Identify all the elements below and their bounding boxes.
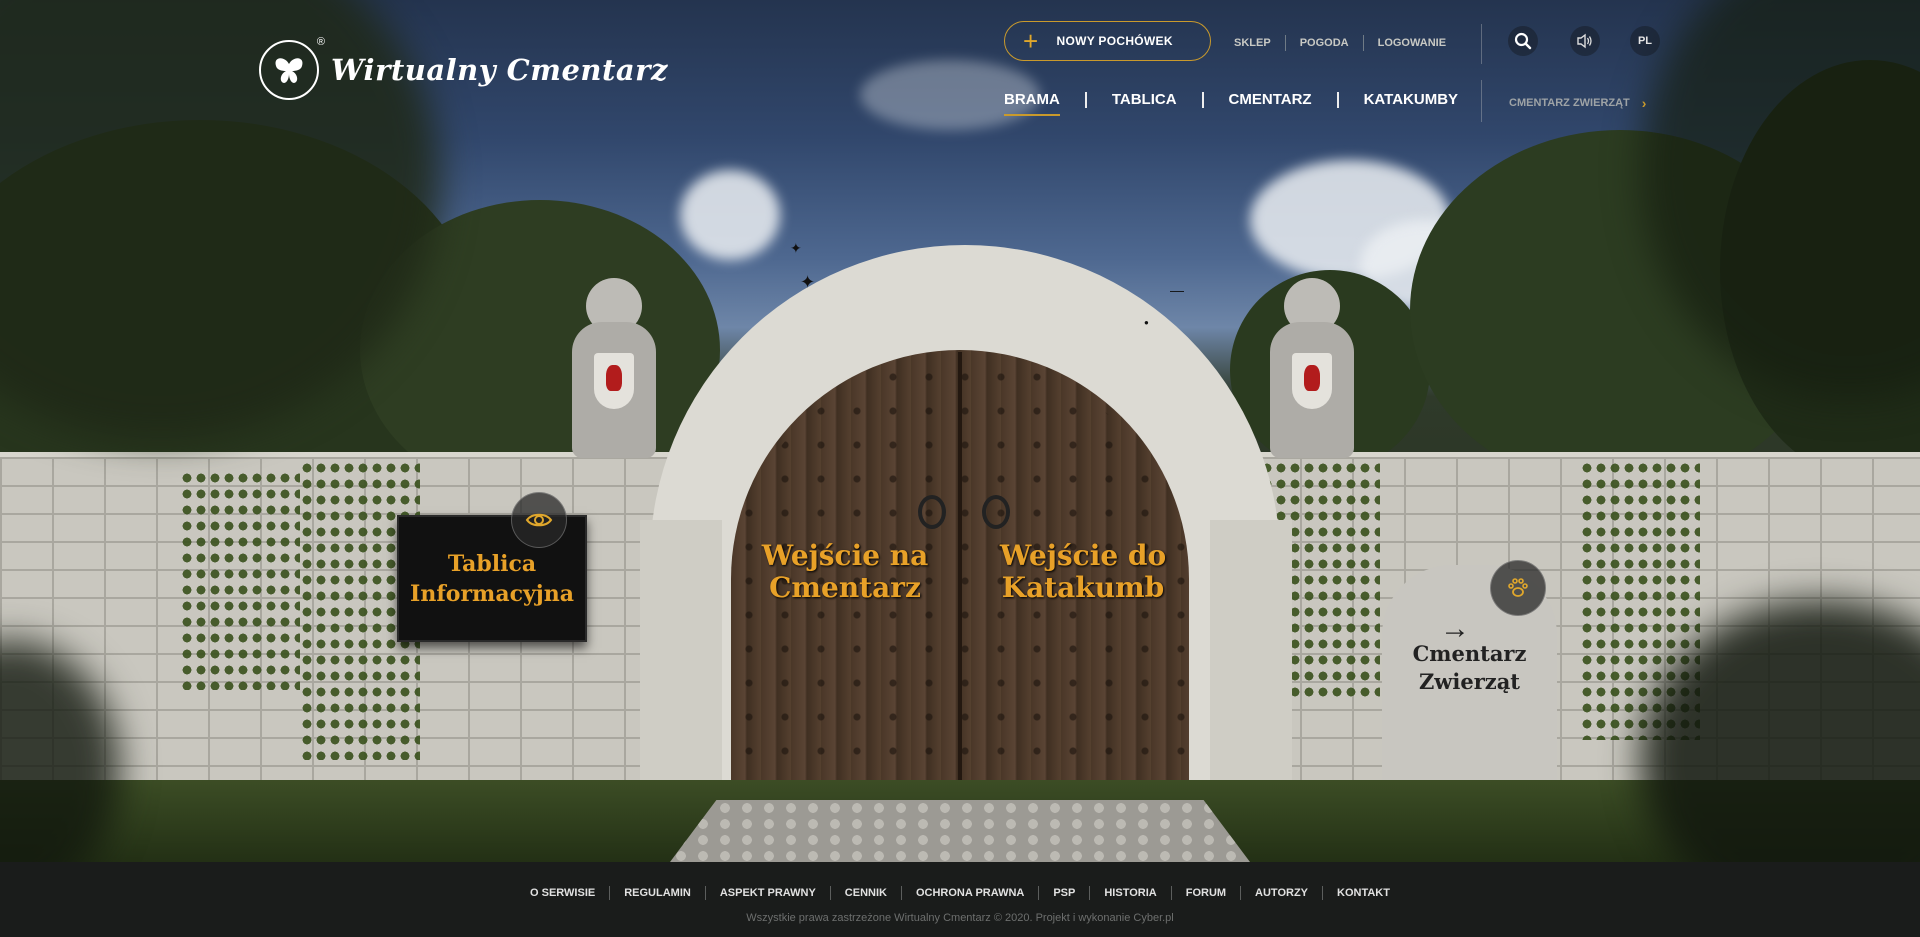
chevron-right-icon: › [1641,95,1647,111]
cloud [680,170,780,260]
info-board-badge[interactable] [511,492,567,548]
footer-link-about[interactable]: O SERWISIE [530,887,595,899]
divider [829,886,831,900]
nav-cemetery[interactable]: CMENTARZ [1229,91,1312,108]
footer: O SERWISIE REGULAMIN ASPEKT PRAWNY CENNI… [0,862,1920,937]
cemetery-entrance-line2: Cmentarz [769,571,921,604]
butterfly-logo-icon: ® [259,36,325,100]
door-ring-right [982,495,1010,529]
door-ring-left [918,495,946,529]
footer-link-psp[interactable]: PSP [1053,887,1075,899]
bird: — [1170,282,1184,298]
nav-gate[interactable]: BRAMA [1004,91,1060,116]
divider [704,886,706,900]
footer-link-protection[interactable]: OCHRONA PRAWNA [916,887,1024,899]
pet-cemetery-nav-label: CMENTARZ ZWIERZĄT [1509,97,1630,109]
catacombs-entrance-line1: Wejście do [999,539,1167,572]
footer-link-history[interactable]: HISTORIA [1104,887,1156,899]
pet-cemetery-line2: Zwierząt [1418,669,1521,694]
copyright-text: Wszystkie prawa zastrzeżone Wirtualny Cm… [746,912,1174,924]
footer-link-authors[interactable]: AUTORZY [1255,887,1308,899]
door-split [958,352,962,800]
divider [609,886,611,900]
pet-cemetery-nav-link[interactable]: CMENTARZ ZWIERZĄT › [1509,95,1646,111]
divider [1089,886,1091,900]
footer-link-pricing[interactable]: CENNIK [845,887,887,899]
main-nav: BRAMA TABLICA CMENTARZ KATAKUMBY [1004,91,1458,116]
speaker-icon [1577,33,1592,49]
paw-icon [1508,578,1528,597]
plus-icon: + [1023,26,1039,56]
weather-link[interactable]: POGODA [1300,37,1349,49]
registered-mark: ® [316,36,325,48]
footer-link-forum[interactable]: FORUM [1186,887,1226,899]
search-button[interactable] [1508,26,1538,56]
divider [1336,91,1339,108]
site-title: Wirtualny Cmentarz [331,53,668,87]
divider [1362,35,1364,51]
divider [1038,886,1040,900]
lion-statue-right [1270,278,1354,458]
footer-link-terms[interactable]: REGULAMIN [624,887,691,899]
language-switch[interactable]: PL [1630,26,1660,56]
cemetery-entrance-link[interactable]: Wejście na Cmentarz [760,540,930,604]
footer-link-legal[interactable]: ASPEKT PRAWNY [720,887,816,899]
divider [1284,35,1286,51]
bird: ● [1144,318,1149,327]
header-divider [1481,80,1482,122]
pet-cemetery-badge[interactable] [1490,560,1546,616]
divider [1170,886,1172,900]
divider [1201,91,1204,108]
ivy [180,470,300,690]
cobblestone-path [670,800,1250,862]
pet-cemetery-line1: Cmentarz [1412,641,1527,666]
site-logo[interactable]: ® Wirtualny Cmentarz [259,36,668,100]
cemetery-entrance-line1: Wejście na [761,539,929,572]
info-board-line2: Informacyjna [410,580,574,607]
footer-link-contact[interactable]: KONTAKT [1337,887,1390,899]
new-burial-label: NOWY POCHÓWEK [1056,34,1173,48]
shop-link[interactable]: SKLEP [1234,37,1271,49]
pet-cemetery-label[interactable]: Cmentarz Zwierząt [1382,640,1557,696]
nav-catacombs[interactable]: KATAKUMBY [1364,91,1458,108]
divider [1240,886,1242,900]
header-divider [1481,24,1482,64]
nav-board[interactable]: TABLICA [1112,91,1177,108]
divider [1084,91,1087,108]
new-burial-button[interactable]: + NOWY POCHÓWEK [1004,21,1211,61]
divider [900,886,902,900]
eye-icon [525,513,553,527]
catacombs-entrance-line2: Katakumb [1001,571,1165,604]
top-links: SKLEP POGODA LOGOWANIE [1234,35,1446,51]
login-link[interactable]: LOGOWANIE [1378,37,1446,49]
bird: ✦ [800,272,816,292]
bird: ✦ [790,240,802,256]
arch-pillar-left [640,520,722,800]
info-board-line1: Tablica [447,550,537,577]
sound-toggle[interactable] [1570,26,1600,56]
search-icon [1514,32,1532,50]
gate-scene: Wejście na Cmentarz Wejście do Katakumb … [0,0,1920,862]
divider [1322,886,1324,900]
lion-statue-left [572,278,656,458]
catacombs-entrance-link[interactable]: Wejście do Katakumb [998,540,1168,604]
arch-pillar-right [1210,520,1292,800]
footer-links: O SERWISIE REGULAMIN ASPEKT PRAWNY CENNI… [0,886,1920,900]
